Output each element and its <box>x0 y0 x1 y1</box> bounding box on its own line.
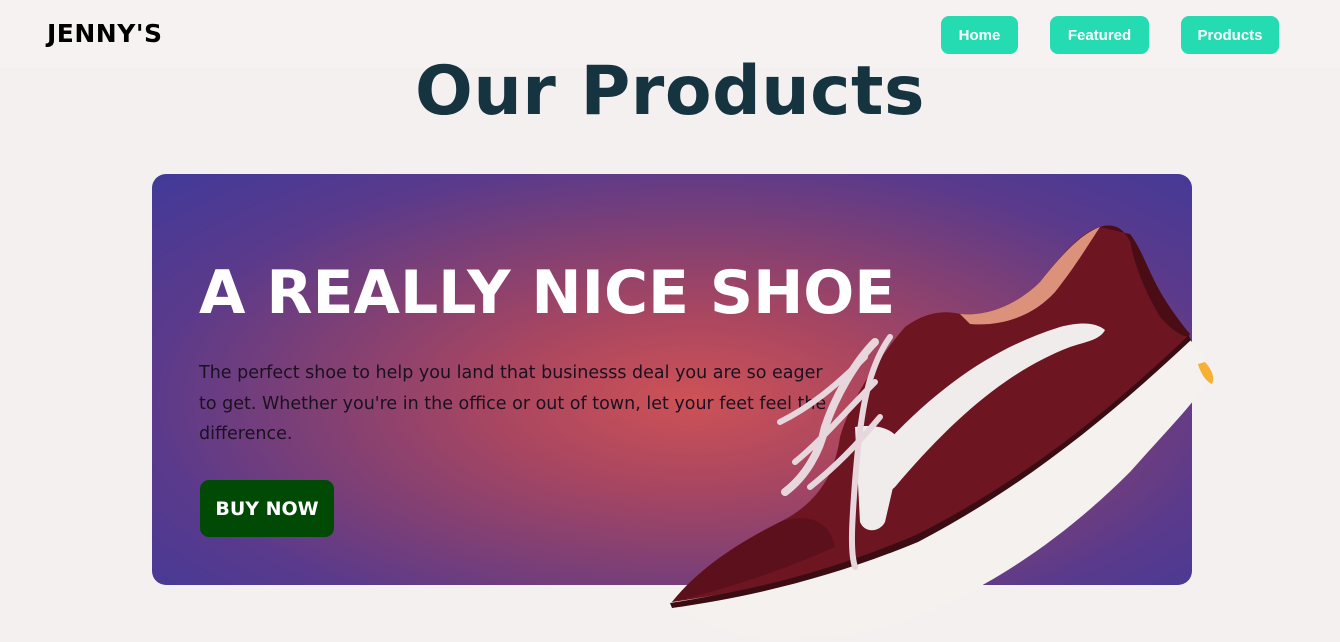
nav-home-button[interactable]: Home <box>941 16 1018 54</box>
page-title: Our Products <box>415 52 925 131</box>
shoe-image <box>668 225 1214 641</box>
brand-logo[interactable]: JENNY'S <box>47 19 163 48</box>
nav-products-button[interactable]: Products <box>1181 16 1279 54</box>
buy-now-button[interactable]: BUY NOW <box>200 480 334 537</box>
nav-featured-button[interactable]: Featured <box>1050 16 1149 54</box>
